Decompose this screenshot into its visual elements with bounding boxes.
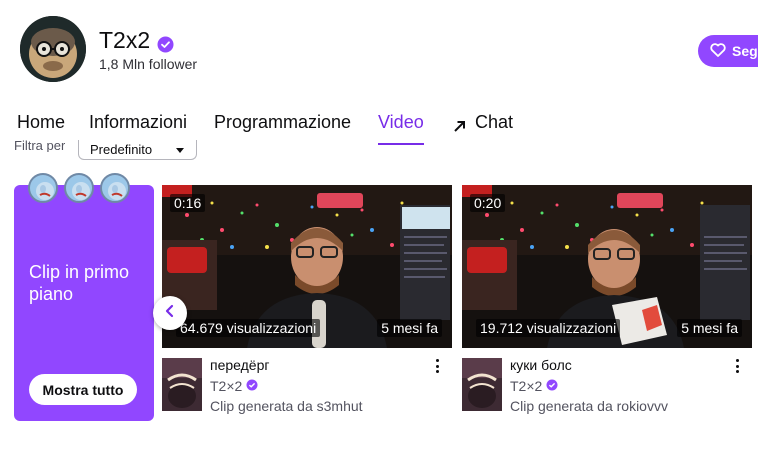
emote-icon (64, 173, 94, 203)
follow-button[interactable]: Seg (698, 35, 758, 67)
tab-chat[interactable]: Chat (453, 112, 513, 145)
clip-duration: 0:16 (170, 194, 206, 212)
clip-title[interactable]: куки болс (510, 357, 572, 373)
clip-thumbnail[interactable]: 0:20 19.712 visualizzazioni 5 mesi fa (462, 185, 752, 348)
clip-duration: 0:20 (470, 194, 506, 212)
clip-card[interactable]: 0:20 19.712 visualizzazioni 5 mesi fa ку… (462, 185, 752, 415)
clip-age: 5 mesi fa (377, 319, 442, 337)
filter-label: Filtra per (14, 140, 66, 152)
featured-clips-panel: Clip in primo piano Mostra tutto (14, 173, 154, 421)
clip-title[interactable]: передёрг (210, 357, 269, 373)
follow-button-label: Seg (732, 43, 758, 59)
clip-views: 64.679 visualizzazioni (176, 319, 321, 337)
clip-game-thumbnail[interactable] (162, 358, 202, 411)
clip-created-by: Clip generata da s3mhut (210, 398, 363, 414)
clip-age: 5 mesi fa (677, 319, 742, 337)
clip-views: 19.712 visualizzazioni (476, 319, 621, 337)
channel-avatar[interactable] (20, 16, 86, 82)
clip-card[interactable]: 0:16 64.679 visualizzazioni 5 mesi fa пе… (162, 185, 452, 415)
clip-game-thumbnail[interactable] (462, 358, 502, 411)
heart-icon (710, 42, 726, 60)
tab-video[interactable]: Video (378, 112, 424, 145)
tab-chat-label: Chat (475, 112, 514, 132)
more-vertical-icon[interactable] (732, 357, 742, 375)
tab-programmazione[interactable]: Programmazione (214, 112, 351, 145)
verified-badge-icon (246, 378, 258, 394)
chevron-down-icon (176, 148, 184, 153)
more-vertical-icon[interactable] (432, 357, 442, 375)
verified-badge-icon (546, 378, 558, 394)
channel-name-text[interactable]: T2x2 (99, 27, 150, 54)
filter-dropdown[interactable]: Predefinito (78, 140, 197, 160)
clip-meta: куки болс T2×2 Clip generata da rokiovvv (462, 355, 752, 415)
emote-icon (100, 173, 130, 203)
clip-meta: передёрг T2×2 Clip generata da s3mhut (162, 355, 452, 415)
clip-channel-name[interactable]: T2×2 (510, 378, 542, 394)
promo-title: Clip in primo piano (29, 262, 130, 304)
verified-badge-icon (157, 32, 174, 53)
filter-selected-value: Predefinito (90, 142, 153, 157)
arrow-up-right-icon (453, 117, 467, 138)
clip-channel[interactable]: T2×2 (510, 378, 558, 394)
channel-name[interactable]: T2x2 (99, 27, 174, 54)
emote-row (28, 173, 130, 203)
carousel-prev-button[interactable] (153, 296, 187, 330)
follower-count: 1,8 Mln follower (99, 56, 198, 72)
clip-thumbnail[interactable]: 0:16 64.679 visualizzazioni 5 mesi fa (162, 185, 452, 348)
clip-channel[interactable]: T2×2 (210, 378, 258, 394)
emote-icon (28, 173, 58, 203)
clip-created-by: Clip generata da rokiovvv (510, 398, 668, 414)
show-all-button[interactable]: Mostra tutto (29, 374, 137, 405)
clip-channel-name[interactable]: T2×2 (210, 378, 242, 394)
chevron-left-icon (164, 304, 176, 323)
